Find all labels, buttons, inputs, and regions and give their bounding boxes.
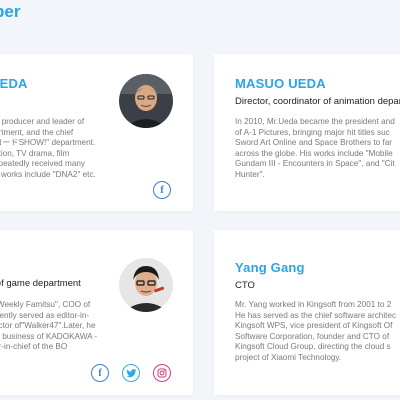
bio-line: or-in-chief of the BO xyxy=(0,342,68,352)
bio-line: artment, and the chief xyxy=(0,127,74,137)
bio-line: ロードSHOW!" department. xyxy=(0,138,96,148)
member-bio: Mr. Yang worked in Kingsoft from 2001 to… xyxy=(235,300,396,364)
bio-line: ation, TV drama, film xyxy=(0,148,70,158)
member-role: Director, coordinator of animation depar xyxy=(235,96,400,107)
bio-line: epeatedly received many xyxy=(0,159,86,169)
facebook-icon[interactable]: f xyxy=(91,364,109,382)
bio-line: He has served as the chief software arch… xyxy=(235,310,397,320)
member-name: MASUO UEDA xyxy=(235,76,326,91)
facebook-icon[interactable]: f xyxy=(153,181,171,199)
instagram-icon[interactable] xyxy=(153,364,171,382)
member-name: Yang Gang xyxy=(235,260,305,275)
section-title: ber xyxy=(0,2,21,21)
bio-line: across the globe. His works include "Mob… xyxy=(235,148,393,158)
bio-line: ector of"Walker47".Later, he xyxy=(0,321,96,331)
member-card-2: MASUO UEDA Director, coordinator of anim… xyxy=(214,54,400,211)
bio-line: e works include "DNA2" etc. xyxy=(0,169,96,179)
bio-line: "Weekly Famitsu", COO of xyxy=(0,300,91,309)
bio-line: rrently served as editor-in- xyxy=(0,310,90,320)
bio-line: Kingsoft WPS, vice president of Kingsoft… xyxy=(235,321,393,331)
member-name: AEDA xyxy=(0,76,28,91)
bio-line: V producer and leader of xyxy=(0,117,85,126)
member-bio: In 2010, Mr.Ueda became the president an… xyxy=(235,117,395,181)
bio-line: Sword Art Online and Space Brothers to f… xyxy=(235,138,393,148)
member-bio: V producer and leader of artment, and th… xyxy=(0,117,96,181)
twitter-icon[interactable] xyxy=(122,364,140,382)
bio-line: Software Corporation, founder and CTO of xyxy=(235,331,390,341)
member-card-1: AEDA V producer and leader of artment, a… xyxy=(0,54,193,211)
avatar xyxy=(119,74,173,128)
member-card-4: Yang Gang CTO Mr. Yang worked in Kingsof… xyxy=(214,230,400,395)
bio-line: w business of KADOKAWA - xyxy=(0,331,98,341)
bio-line: Mr. Yang worked in Kingsoft from 2001 to… xyxy=(235,300,392,309)
member-bio: "Weekly Famitsu", COO of rrently served … xyxy=(0,300,97,353)
member-role: r of game department xyxy=(0,278,81,289)
bio-line: project of Xiaomi Technology. xyxy=(235,352,342,362)
member-role: CTO xyxy=(235,280,255,291)
avatar xyxy=(119,258,173,312)
bio-line: In 2010, Mr.Ueda became the president an… xyxy=(235,117,395,126)
bio-line: Kingsoft Cloud Group, directing the clou… xyxy=(235,342,391,352)
bio-line: Gundam III - Encounters in Space", and "… xyxy=(235,159,395,169)
bio-line: Hunter". xyxy=(235,169,265,179)
bio-line: of A-1 Pictures, bringing major hit titl… xyxy=(235,127,390,137)
member-card-3: O r of game department "Weekly Famitsu",… xyxy=(0,230,193,395)
